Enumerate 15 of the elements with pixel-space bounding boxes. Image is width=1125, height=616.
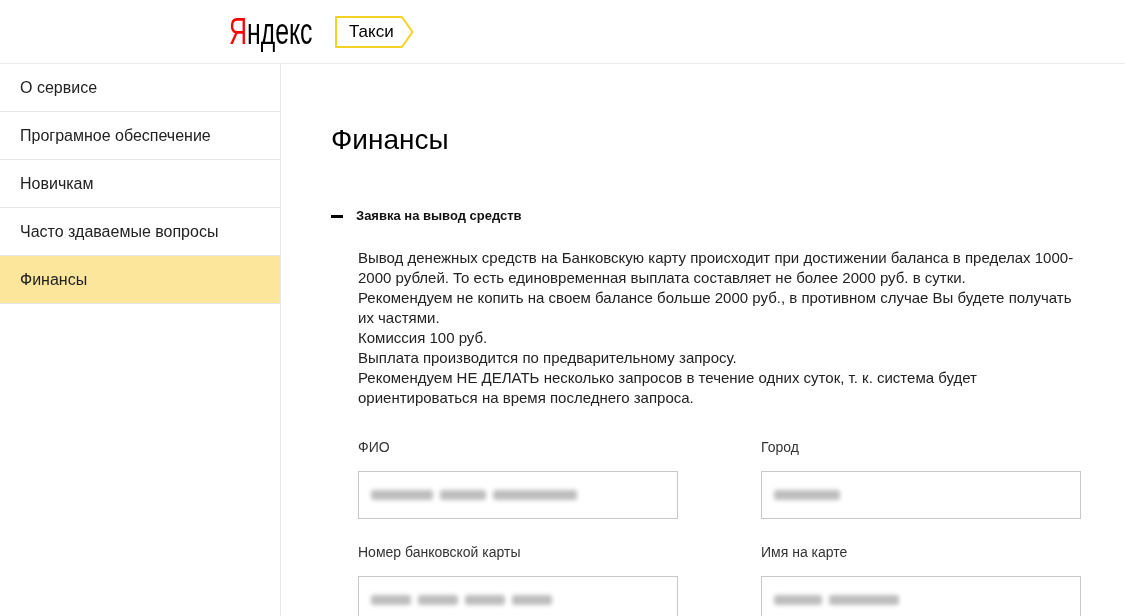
field-label: Номер банковской карты	[358, 543, 521, 562]
sidebar-item[interactable]: Финансы	[0, 256, 280, 304]
field-label: Имя на карте	[761, 543, 848, 562]
section-toggle[interactable]: Заявка на вывод средств	[331, 208, 522, 224]
page-title: Финансы	[331, 124, 449, 156]
service-tab[interactable]: Такси	[335, 15, 414, 48]
field-label: Город	[761, 438, 799, 457]
field-label: ФИО	[358, 438, 390, 457]
yandex-logo: Яндекс	[229, 11, 313, 52]
input-field[interactable]	[761, 471, 1081, 519]
minus-icon	[331, 214, 343, 218]
input-field[interactable]	[761, 576, 1081, 616]
description-text: Вывод денежных средств на Банковскую карту происходит при достижении баланса в пределах 1000- 2000 рублей. То есть единовременная выплата составляет не более 2000 руб. в сутки. Рекомендуем не копить на своем балансе больше 2000 руб., в противном случае Вы будете получать их частями. Комиссия 100 руб. Выплата производится по предварительному запросу. Рекомендуем НЕ ДЕЛАТЬ несколько запросов в течение одних суток, т. к. система будет ориентироваться на время последнего запроса.	[358, 248, 1074, 408]
input-field[interactable]	[358, 576, 678, 616]
input-field[interactable]	[358, 471, 678, 519]
